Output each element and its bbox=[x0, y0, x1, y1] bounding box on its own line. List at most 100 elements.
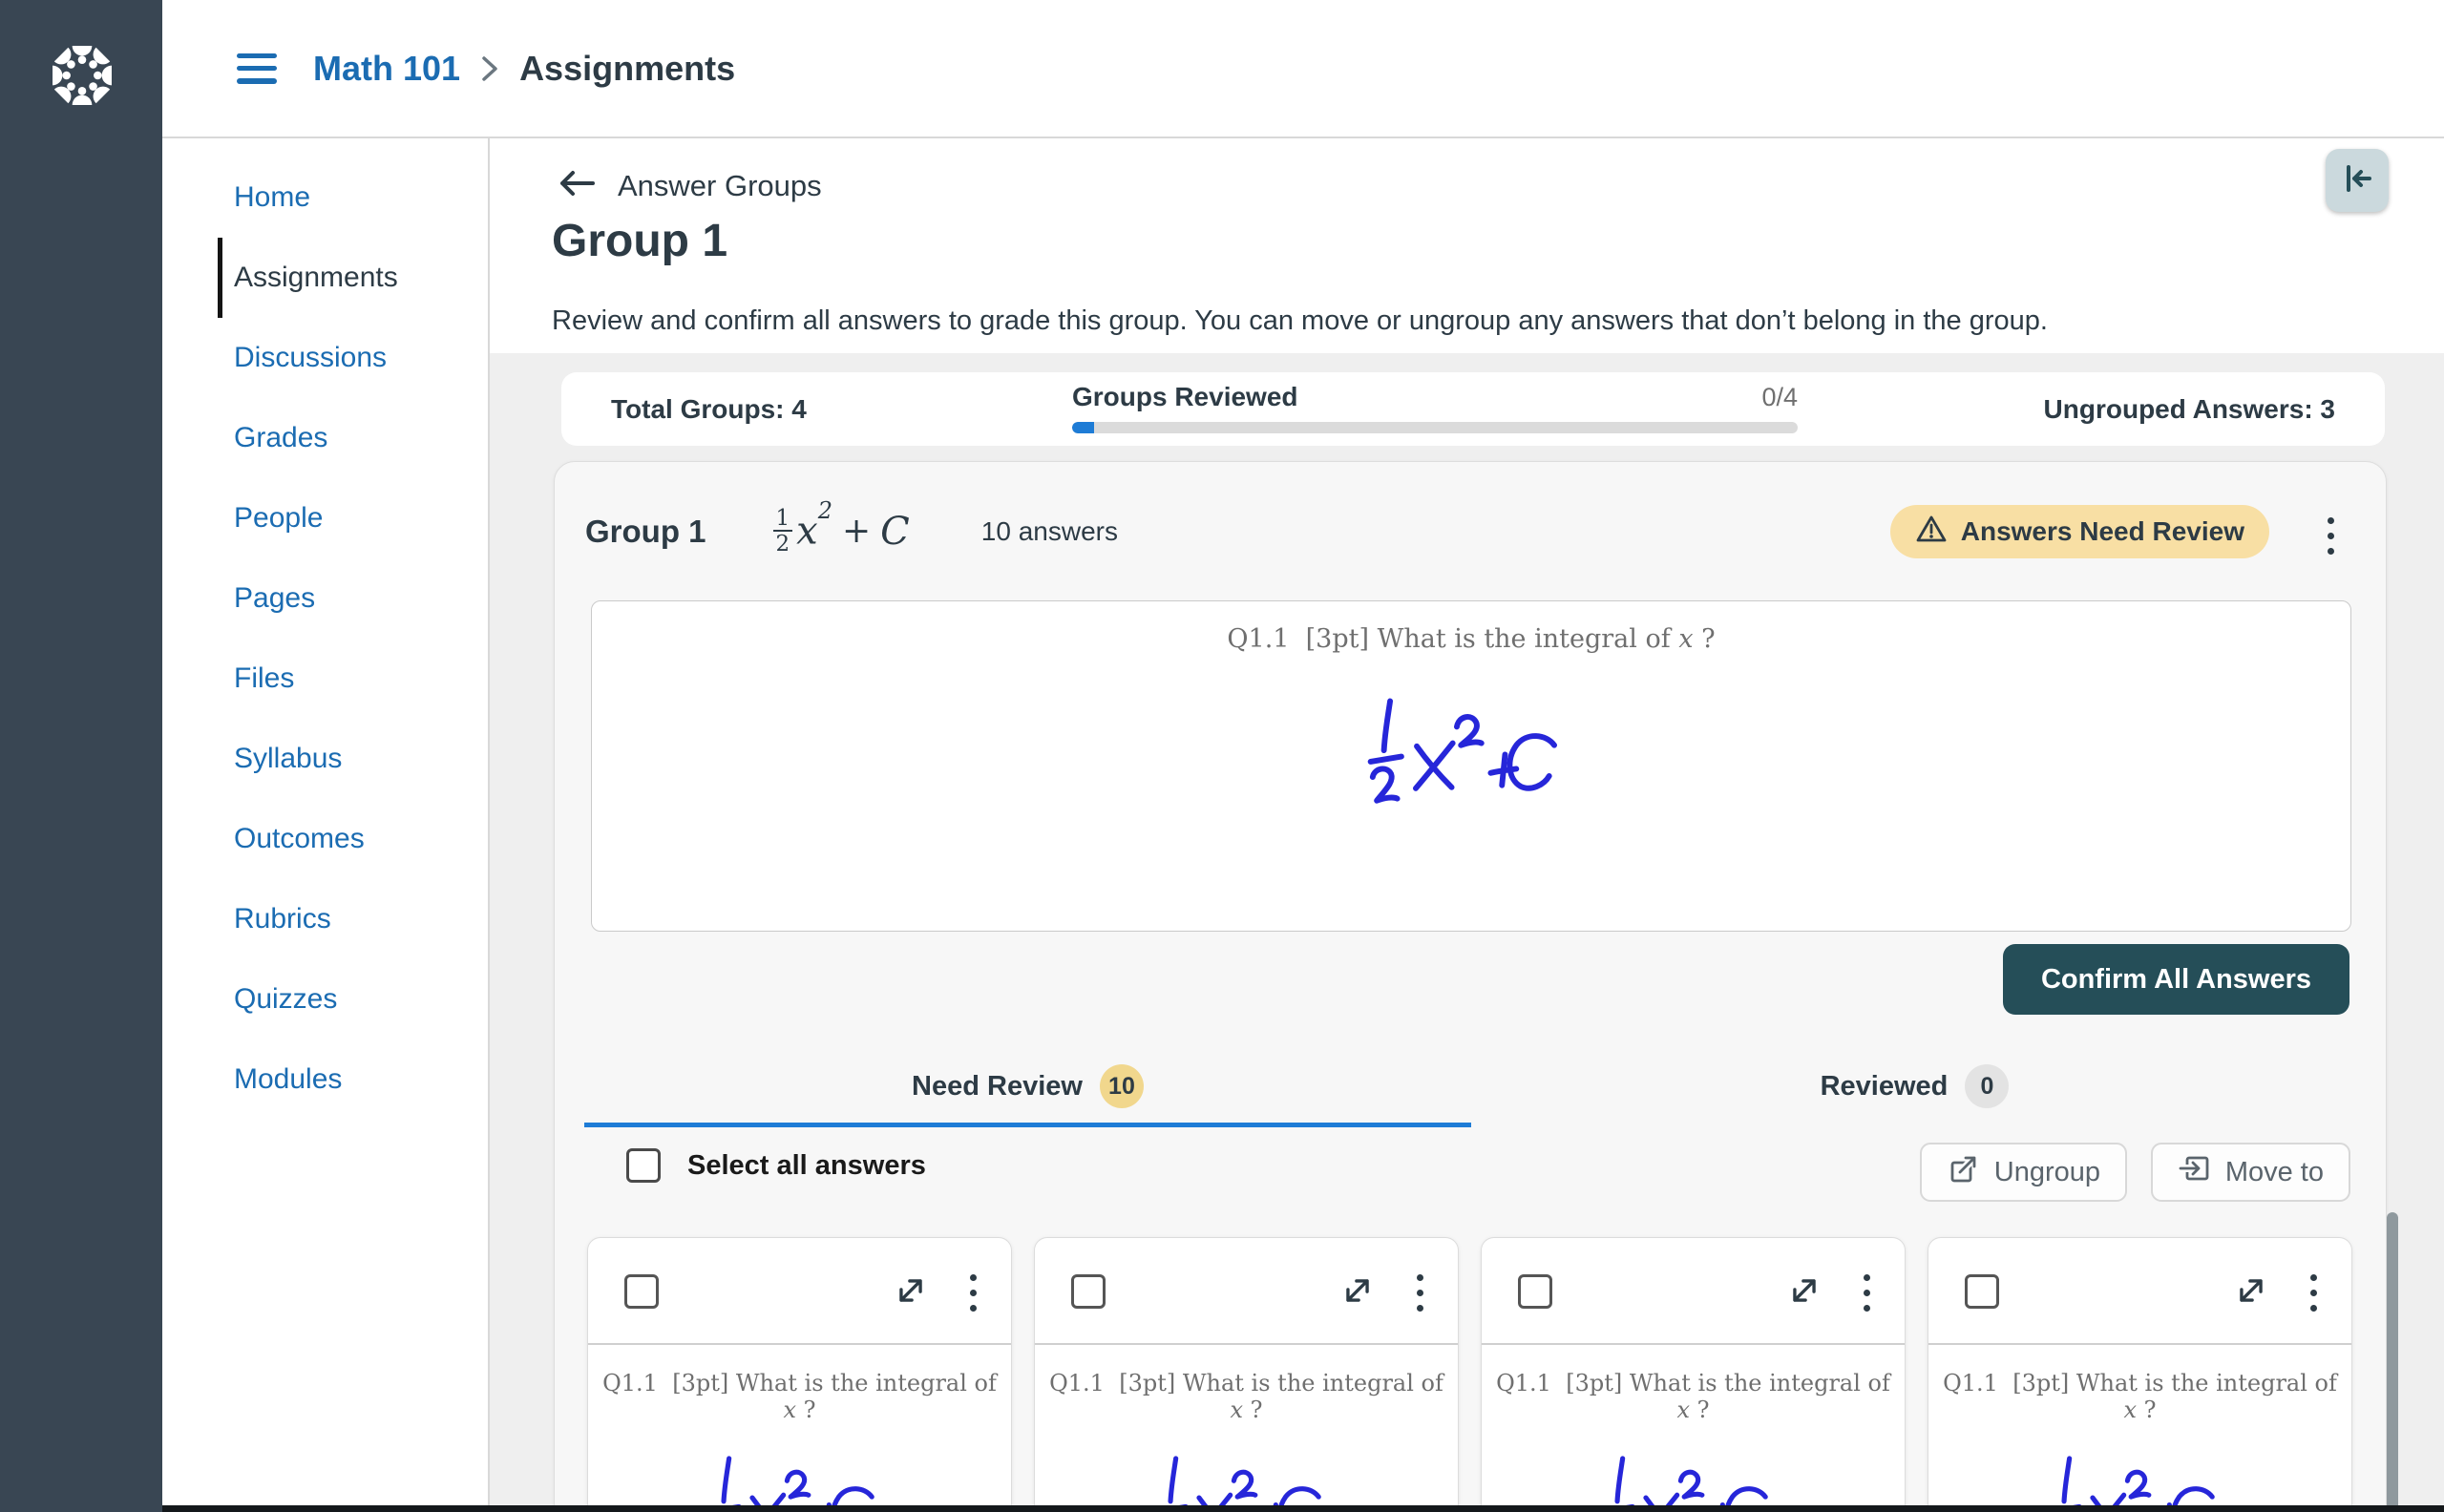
sidebar-item-outcomes[interactable]: Outcomes bbox=[162, 799, 488, 879]
canvas-logo-icon[interactable] bbox=[41, 34, 123, 116]
need-review-count-badge: 10 bbox=[1100, 1064, 1144, 1108]
group-name: Group 1 bbox=[585, 514, 706, 550]
vertical-scrollbar-thumb[interactable] bbox=[2387, 1212, 2398, 1512]
move-to-icon bbox=[2178, 1151, 2212, 1193]
select-all-control[interactable]: Select all answers bbox=[626, 1148, 926, 1183]
answer-card-header bbox=[1035, 1238, 1458, 1343]
sidebar-item-people[interactable]: People bbox=[162, 478, 488, 558]
question-text: Q1.1 [3pt] What is the integral of x ? bbox=[1482, 1370, 1905, 1423]
answer-preview-box: Q1.1 [3pt] What is the integral of x ? bbox=[591, 600, 2351, 932]
confirm-all-answers-button[interactable]: Confirm All Answers bbox=[2003, 944, 2349, 1015]
answers-toolbar: Select all answers Ungroup Move to bbox=[555, 1148, 2386, 1209]
question-text: Q1.1 [3pt] What is the integral of x ? bbox=[1928, 1370, 2351, 1423]
move-to-button[interactable]: Move to bbox=[2151, 1143, 2350, 1202]
collapse-left-icon bbox=[2338, 159, 2376, 202]
formula-operator: + bbox=[842, 512, 871, 551]
app-window: Math 101 Assignments Home Assignments Di… bbox=[0, 0, 2444, 1512]
handwritten-answer bbox=[1035, 1440, 1458, 1512]
progress-bar bbox=[1072, 422, 1798, 433]
expand-answer-icon[interactable] bbox=[893, 1272, 929, 1313]
question-text: Q1.1 [3pt] What is the integral of x ? bbox=[592, 624, 2350, 654]
formula-numerator: 1 bbox=[776, 507, 790, 530]
main-content: Answer Groups Group 1 Review and confirm… bbox=[490, 138, 2444, 1512]
sidebar-item-discussions[interactable]: Discussions bbox=[162, 318, 488, 398]
tab-need-review-label: Need Review bbox=[912, 1071, 1083, 1102]
sidebar-item-modules[interactable]: Modules bbox=[162, 1040, 488, 1120]
expand-answer-icon[interactable] bbox=[1786, 1272, 1822, 1313]
breadcrumb-course-link[interactable]: Math 101 bbox=[313, 49, 460, 89]
answer-card: Q1.1 [3pt] What is the integral of x ? bbox=[1928, 1237, 2352, 1512]
answer-checkbox[interactable] bbox=[1518, 1274, 1552, 1309]
page-title: Group 1 bbox=[552, 215, 727, 267]
stats-bar: Total Groups: 4 Groups Reviewed 0/4 Ungr… bbox=[561, 372, 2385, 446]
answer-options-menu-icon[interactable] bbox=[2305, 1269, 2323, 1317]
ungrouped-answers-stat: Ungrouped Answers: 3 bbox=[2044, 372, 2335, 446]
total-groups-stat: Total Groups: 4 bbox=[611, 372, 807, 446]
chevron-right-icon bbox=[477, 51, 502, 87]
answers-count: 10 answers bbox=[981, 516, 1118, 547]
course-nav-sidebar: Home Assignments Discussions Grades Peop… bbox=[162, 138, 490, 1512]
answer-checkbox[interactable] bbox=[1965, 1274, 1999, 1309]
back-link[interactable]: Answer Groups bbox=[555, 167, 822, 204]
status-badge: Answers Need Review bbox=[1890, 505, 2269, 558]
ungroup-icon bbox=[1947, 1151, 1981, 1193]
groups-reviewed-value: 0/4 bbox=[1761, 383, 1798, 412]
answer-cards-row: Q1.1 [3pt] What is the integral of x ? bbox=[587, 1237, 2352, 1512]
answer-card: Q1.1 [3pt] What is the integral of x ? bbox=[1034, 1237, 1459, 1512]
question-text: Q1.1 [3pt] What is the integral of x ? bbox=[588, 1370, 1011, 1423]
sidebar-item-pages[interactable]: Pages bbox=[162, 558, 488, 639]
group-formula: 1 2 x2 + C bbox=[773, 507, 910, 556]
breadcrumb-current-page: Assignments bbox=[519, 49, 735, 89]
reviewed-count-badge: 0 bbox=[1965, 1064, 2009, 1108]
group-options-menu-icon[interactable] bbox=[2322, 512, 2340, 560]
status-badge-label: Answers Need Review bbox=[1961, 516, 2244, 547]
group-card: Group 1 1 2 x2 + C 10 answers bbox=[554, 461, 2387, 1512]
tab-need-review[interactable]: Need Review 10 bbox=[584, 1049, 1471, 1124]
arrow-left-icon bbox=[555, 167, 597, 204]
answer-card: Q1.1 [3pt] What is the integral of x ? bbox=[1481, 1237, 1906, 1512]
hamburger-menu-icon[interactable] bbox=[237, 53, 277, 84]
answer-card: Q1.1 [3pt] What is the integral of x ? bbox=[587, 1237, 1012, 1512]
warning-icon bbox=[1915, 514, 1948, 551]
sidebar-item-quizzes[interactable]: Quizzes bbox=[162, 959, 488, 1040]
card-divider bbox=[1035, 1343, 1458, 1345]
expand-answer-icon[interactable] bbox=[1339, 1272, 1376, 1313]
global-nav-rail bbox=[0, 0, 162, 1512]
handwritten-answer bbox=[592, 681, 2350, 850]
horizontal-scrollbar[interactable] bbox=[162, 1505, 2444, 1512]
answer-options-menu-icon[interactable] bbox=[964, 1269, 982, 1317]
formula-variable: x2 bbox=[796, 509, 832, 553]
collapse-panel-button[interactable] bbox=[2326, 149, 2389, 212]
answer-options-menu-icon[interactable] bbox=[1858, 1269, 1876, 1317]
review-tabs: Need Review 10 Reviewed 0 bbox=[584, 1049, 2358, 1124]
sidebar-item-grades[interactable]: Grades bbox=[162, 398, 488, 478]
sidebar-item-files[interactable]: Files bbox=[162, 639, 488, 719]
groups-reviewed-label: Groups Reviewed bbox=[1072, 382, 1298, 412]
move-to-label: Move to bbox=[2225, 1157, 2324, 1188]
answer-checkbox[interactable] bbox=[624, 1274, 659, 1309]
select-all-checkbox[interactable] bbox=[626, 1148, 661, 1183]
sidebar-item-assignments[interactable]: Assignments bbox=[218, 238, 488, 318]
expand-answer-icon[interactable] bbox=[2233, 1272, 2269, 1313]
handwritten-answer bbox=[588, 1440, 1011, 1512]
group-detail-panel: Total Groups: 4 Groups Reviewed 0/4 Ungr… bbox=[490, 353, 2444, 1512]
back-link-label: Answer Groups bbox=[618, 169, 822, 203]
handwritten-answer bbox=[1482, 1440, 1905, 1512]
sidebar-item-home[interactable]: Home bbox=[162, 158, 488, 238]
top-header: Math 101 Assignments bbox=[162, 0, 2444, 138]
ungroup-button[interactable]: Ungroup bbox=[1920, 1143, 2127, 1202]
sidebar-item-rubrics[interactable]: Rubrics bbox=[162, 879, 488, 959]
answer-checkbox[interactable] bbox=[1071, 1274, 1106, 1309]
answer-options-menu-icon[interactable] bbox=[1411, 1269, 1429, 1317]
card-divider bbox=[1482, 1343, 1905, 1345]
tab-reviewed[interactable]: Reviewed 0 bbox=[1471, 1049, 2358, 1124]
ungroup-label: Ungroup bbox=[1994, 1157, 2100, 1188]
formula-denominator: 2 bbox=[773, 530, 793, 556]
progress-fill bbox=[1072, 422, 1094, 433]
page-description: Review and confirm all answers to grade … bbox=[552, 305, 2048, 337]
answer-card-header bbox=[1928, 1238, 2351, 1343]
handwritten-answer bbox=[1928, 1440, 2351, 1512]
answer-card-header bbox=[588, 1238, 1011, 1343]
sidebar-item-syllabus[interactable]: Syllabus bbox=[162, 719, 488, 799]
answer-card-header bbox=[1482, 1238, 1905, 1343]
